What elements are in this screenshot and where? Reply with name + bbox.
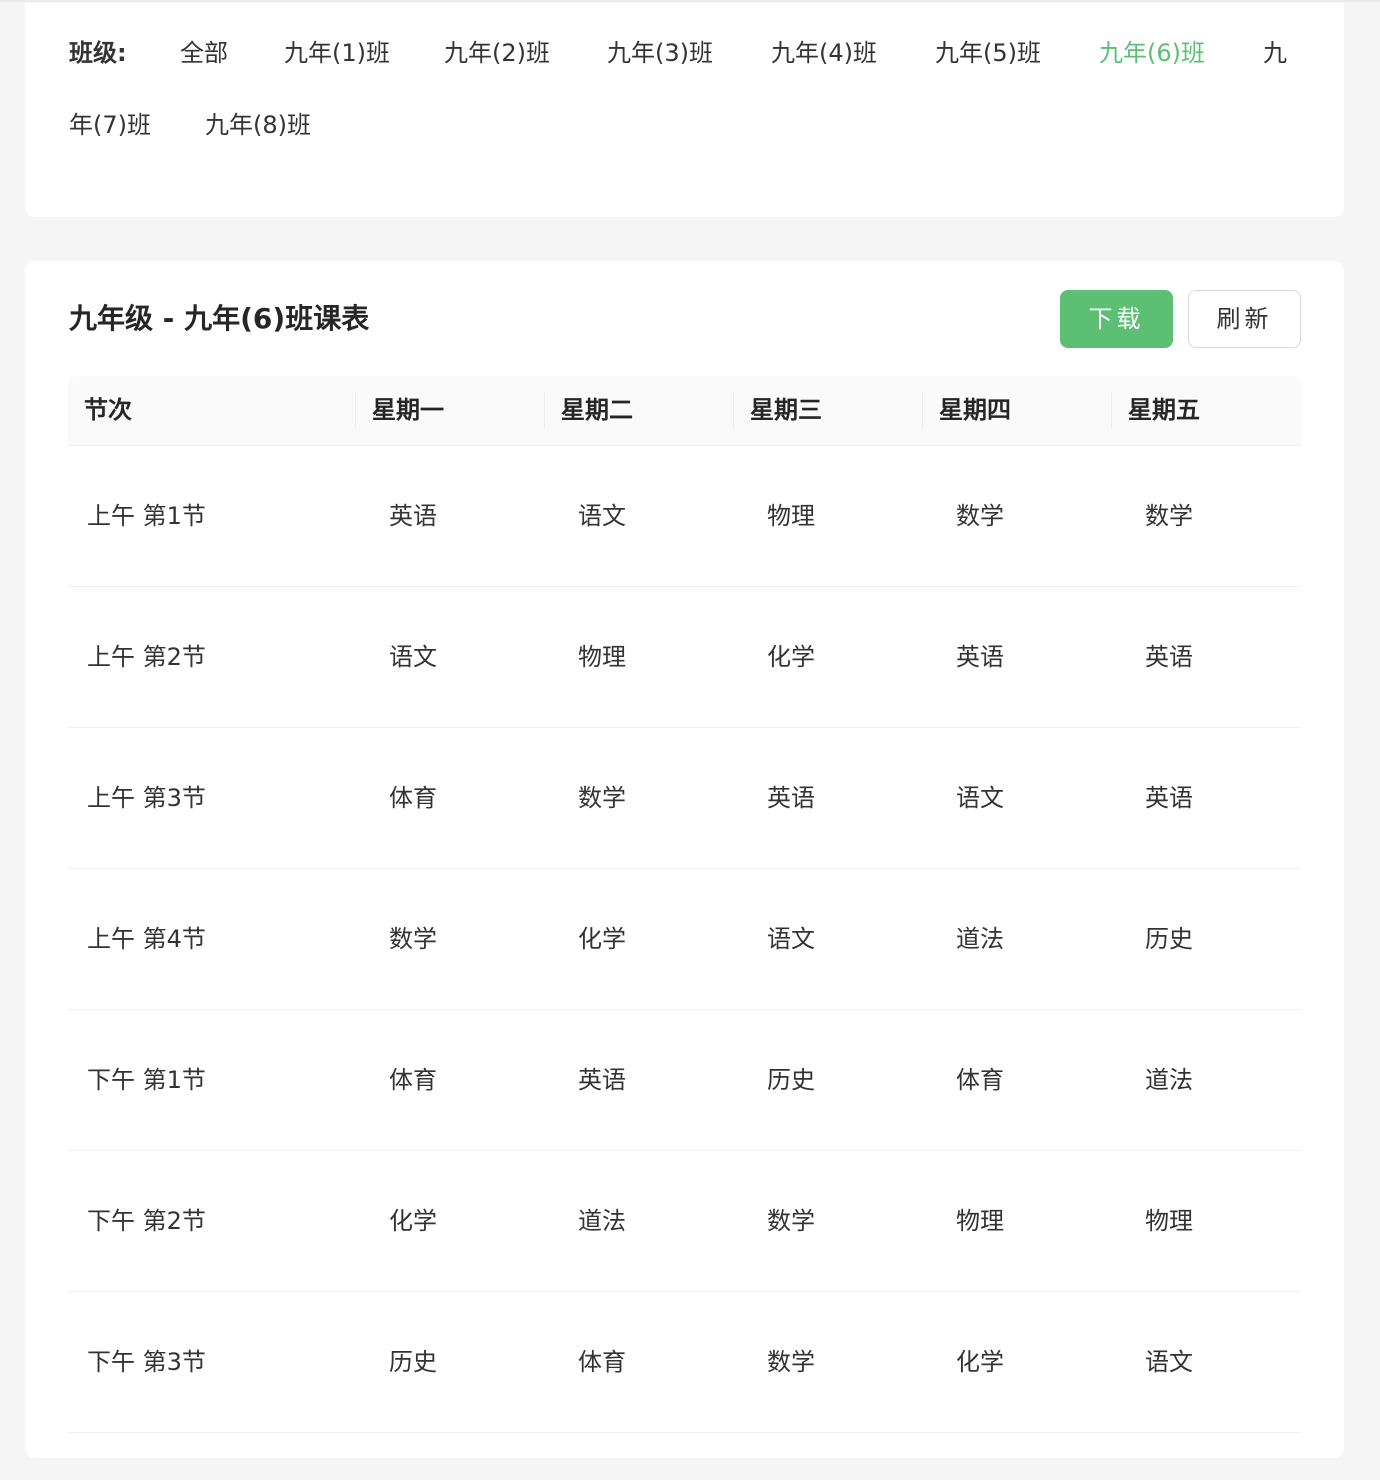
header-divider: [922, 392, 923, 429]
period-cell: 下午 第1节: [87, 1066, 206, 1094]
table-row: 下午 第1节 体育 英语 历史 体育 道法: [68, 1010, 1301, 1151]
table-header: 节次 星期一 星期二 星期三 星期四 星期五: [68, 376, 1301, 446]
subject-cell: 英语: [389, 502, 437, 530]
header-divider: [733, 392, 734, 429]
subject-cell: 体育: [389, 784, 437, 812]
subject-cell: 英语: [1145, 643, 1193, 671]
top-divider: [0, 0, 1380, 2]
class-option-2[interactable]: 九年(2)班: [444, 37, 550, 69]
class-option-4[interactable]: 九年(4)班: [771, 37, 877, 69]
class-option-5[interactable]: 九年(5)班: [935, 37, 1041, 69]
class-filter-label: 班级:: [69, 39, 127, 67]
subject-cell: 体育: [578, 1348, 626, 1376]
subject-cell: 道法: [578, 1207, 626, 1235]
subject-cell: 数学: [1145, 502, 1193, 530]
subject-cell: 数学: [956, 502, 1004, 530]
subject-cell: 物理: [1145, 1207, 1193, 1235]
subject-cell: 化学: [767, 643, 815, 671]
subject-cell: 体育: [956, 1066, 1004, 1094]
header-tuesday: 星期二: [561, 396, 633, 424]
subject-cell: 道法: [956, 925, 1004, 953]
table-row: 上午 第2节 语文 物理 化学 英语 英语: [68, 587, 1301, 728]
subject-cell: 数学: [389, 925, 437, 953]
schedule-table: 节次 星期一 星期二 星期三 星期四 星期五 上午 第1节 英语 语文 物理 数…: [68, 376, 1301, 1433]
table-row: 下午 第3节 历史 体育 数学 化学 语文: [68, 1292, 1301, 1433]
period-cell: 上午 第3节: [87, 784, 206, 812]
subject-cell: 历史: [389, 1348, 437, 1376]
class-option-all[interactable]: 全部: [180, 37, 228, 69]
header-period: 节次: [84, 396, 132, 424]
subject-cell: 语文: [767, 925, 815, 953]
header-wednesday: 星期三: [750, 396, 822, 424]
period-cell: 下午 第3节: [87, 1348, 206, 1376]
subject-cell: 语文: [578, 502, 626, 530]
header-divider: [355, 392, 356, 429]
subject-cell: 语文: [1145, 1348, 1193, 1376]
header-monday: 星期一: [372, 396, 444, 424]
class-option-7-part2[interactable]: 年(7)班: [69, 109, 151, 141]
subject-cell: 数学: [767, 1207, 815, 1235]
header-friday: 星期五: [1128, 396, 1200, 424]
subject-cell: 化学: [389, 1207, 437, 1235]
subject-cell: 数学: [767, 1348, 815, 1376]
subject-cell: 物理: [767, 502, 815, 530]
schedule-title: 九年级 - 九年(6)班课表: [69, 302, 370, 335]
subject-cell: 英语: [956, 643, 1004, 671]
subject-cell: 英语: [578, 1066, 626, 1094]
subject-cell: 历史: [1145, 925, 1193, 953]
class-option-7-part1[interactable]: 九: [1263, 37, 1287, 69]
subject-cell: 物理: [578, 643, 626, 671]
header-thursday: 星期四: [939, 396, 1011, 424]
class-filter-panel: 班级: 全部 九年(1)班 九年(2)班 九年(3)班 九年(4)班 九年(5)…: [25, 3, 1344, 217]
subject-cell: 英语: [767, 784, 815, 812]
class-option-6-active[interactable]: 九年(6)班: [1099, 37, 1205, 69]
subject-cell: 历史: [767, 1066, 815, 1094]
table-row: 上午 第3节 体育 数学 英语 语文 英语: [68, 728, 1301, 869]
header-divider: [544, 392, 545, 429]
subject-cell: 数学: [578, 784, 626, 812]
subject-cell: 化学: [956, 1348, 1004, 1376]
subject-cell: 语文: [956, 784, 1004, 812]
period-cell: 下午 第2节: [87, 1207, 206, 1235]
subject-cell: 语文: [389, 643, 437, 671]
refresh-button[interactable]: 刷新: [1188, 290, 1301, 348]
subject-cell: 英语: [1145, 784, 1193, 812]
period-cell: 上午 第1节: [87, 502, 206, 530]
table-row: 上午 第1节 英语 语文 物理 数学 数学: [68, 446, 1301, 587]
period-cell: 上午 第4节: [87, 925, 206, 953]
period-cell: 上午 第2节: [87, 643, 206, 671]
schedule-panel: 九年级 - 九年(6)班课表 下载 刷新 节次 星期一 星期二 星期三 星期四 …: [25, 261, 1344, 1458]
subject-cell: 化学: [578, 925, 626, 953]
subject-cell: 道法: [1145, 1066, 1193, 1094]
class-option-8[interactable]: 九年(8)班: [205, 109, 311, 141]
class-option-3[interactable]: 九年(3)班: [607, 37, 713, 69]
subject-cell: 物理: [956, 1207, 1004, 1235]
subject-cell: 体育: [389, 1066, 437, 1094]
header-divider: [1111, 392, 1112, 429]
download-button[interactable]: 下载: [1060, 290, 1173, 348]
table-row: 下午 第2节 化学 道法 数学 物理 物理: [68, 1151, 1301, 1292]
table-row: 上午 第4节 数学 化学 语文 道法 历史: [68, 869, 1301, 1010]
class-option-1[interactable]: 九年(1)班: [284, 37, 390, 69]
